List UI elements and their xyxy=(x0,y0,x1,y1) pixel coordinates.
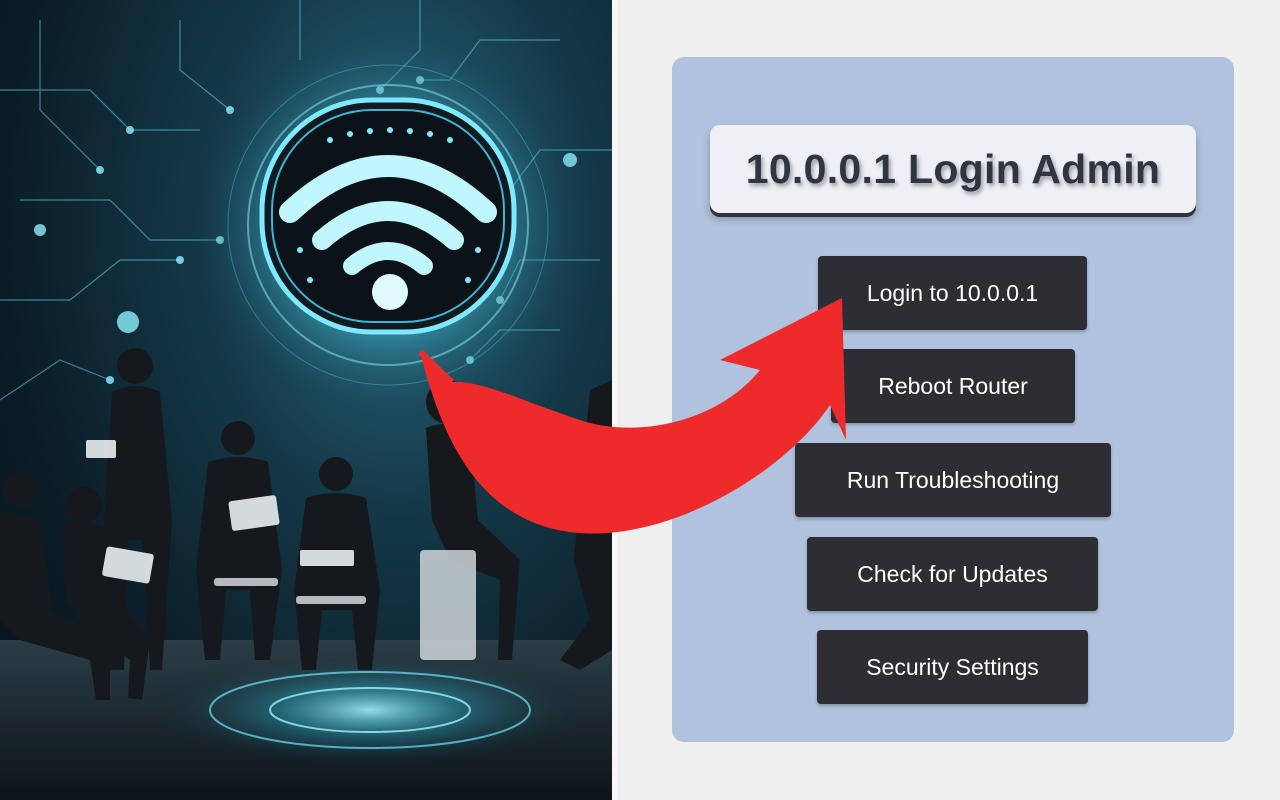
security-settings-button[interactable]: Security Settings xyxy=(817,630,1088,704)
popup-title: 10.0.0.1 Login Admin xyxy=(745,145,1161,192)
screenshot-stage: 10.0.0.1 Login Admin Login to 10.0.0.1 R… xyxy=(0,0,1280,800)
run-troubleshooting-button[interactable]: Run Troubleshooting xyxy=(795,443,1111,517)
popup-title-card: 10.0.0.1 Login Admin xyxy=(710,125,1196,213)
hero-illustration xyxy=(0,0,612,800)
reboot-router-button[interactable]: Reboot Router xyxy=(831,349,1075,423)
wifi-icon xyxy=(259,97,517,335)
hero-artwork xyxy=(0,0,612,800)
login-button[interactable]: Login to 10.0.0.1 xyxy=(818,256,1087,330)
check-updates-button[interactable]: Check for Updates xyxy=(807,537,1098,611)
